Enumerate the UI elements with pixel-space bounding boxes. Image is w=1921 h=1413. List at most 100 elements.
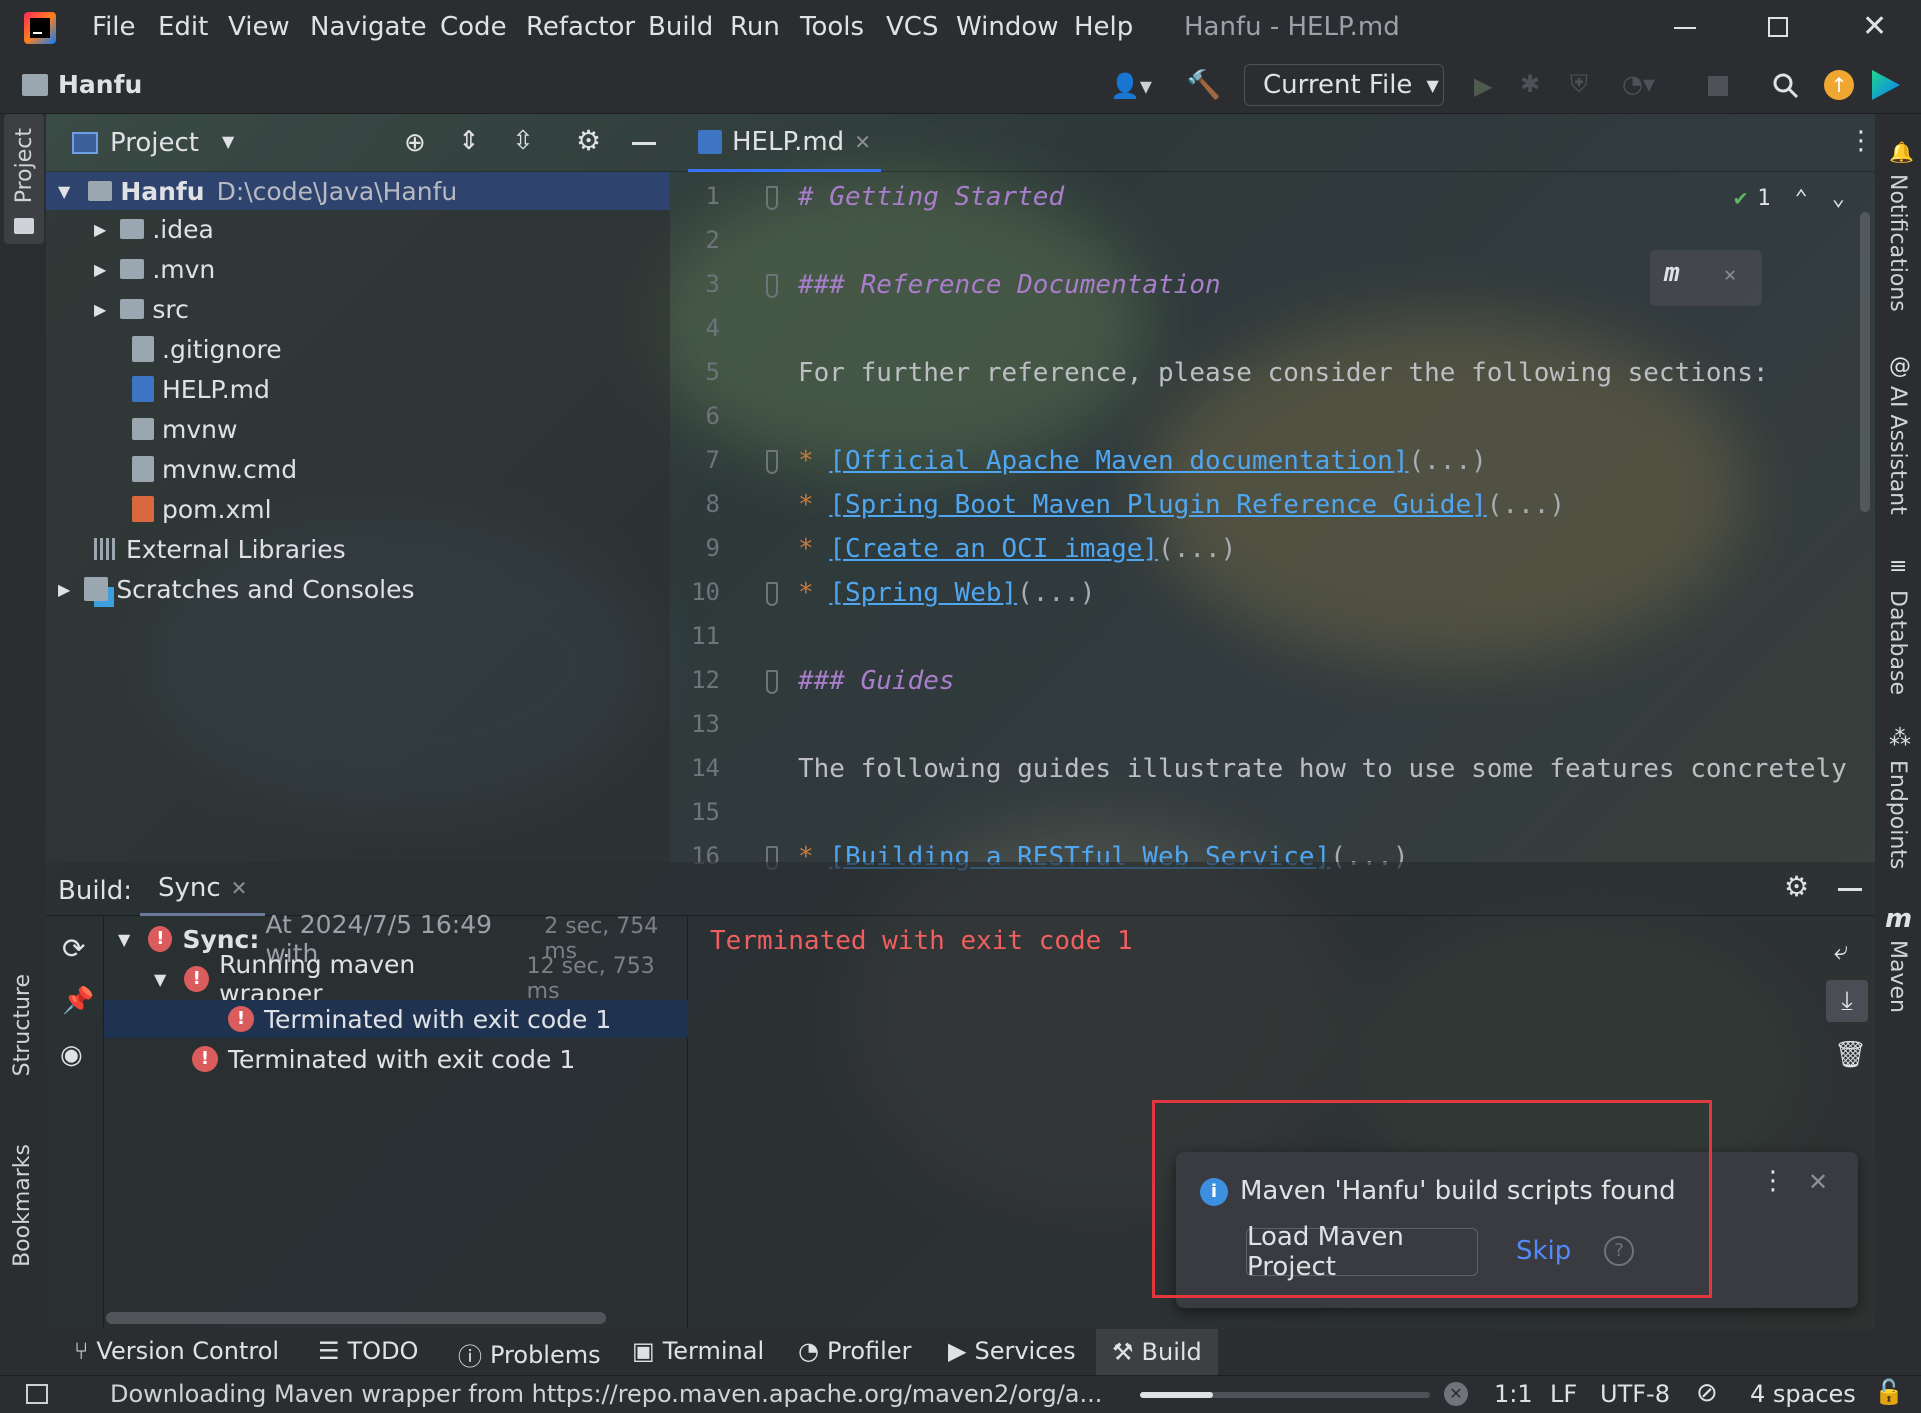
code-editor[interactable]: ✔ 1 ⌃ ⌄ m ✕ 1 # Getting Started 2 3 ### Refe…	[670, 172, 1875, 872]
menu-build[interactable]: Build	[648, 12, 713, 42]
run-icon[interactable]: ▶	[1474, 72, 1492, 100]
hide-panel-icon[interactable]	[1838, 888, 1862, 891]
caret-position[interactable]: 1:1	[1494, 1380, 1533, 1408]
horizontal-scrollbar[interactable]	[106, 1312, 606, 1324]
gear-icon[interactable]: ⚙	[576, 124, 601, 157]
build-row-terminated-selected[interactable]: ! Terminated with exit code 1	[104, 1000, 688, 1038]
search-icon[interactable]	[1772, 72, 1799, 99]
menu-refactor[interactable]: Refactor	[526, 12, 635, 42]
tree-item-idea[interactable]: ▶ .idea	[94, 210, 214, 248]
tab-build[interactable]: ⚒ Build	[1096, 1329, 1218, 1375]
inspection-widget[interactable]: ✔ 1 ⌃ ⌄	[1734, 186, 1845, 211]
editor-scrollbar[interactable]	[1860, 212, 1870, 512]
file-encoding[interactable]: UTF-8	[1600, 1380, 1670, 1408]
sync-icon[interactable]: ⟳	[62, 932, 85, 965]
tree-item-mvn[interactable]: ▶ .mvn	[94, 250, 215, 288]
folded-url[interactable]: (...)	[1017, 578, 1095, 608]
project-name[interactable]: Hanfu	[58, 70, 142, 99]
build-row-terminated[interactable]: ! Terminated with exit code 1	[192, 1040, 575, 1078]
close-tab-icon[interactable]: ✕	[854, 130, 871, 154]
folded-url[interactable]: (...)	[1409, 446, 1487, 476]
menu-navigate[interactable]: Navigate	[310, 12, 427, 42]
markdown-link[interactable]: [Spring Web]	[829, 578, 1017, 608]
tab-help-md[interactable]: HELP.md ✕	[688, 114, 881, 172]
scroll-to-end-icon[interactable]: ⤓	[1826, 980, 1868, 1022]
structure-tool-label[interactable]: Structure	[10, 974, 35, 1076]
menu-tools[interactable]: Tools	[800, 12, 864, 42]
fold-marker-icon[interactable]	[766, 582, 778, 606]
fold-marker-icon[interactable]	[766, 186, 778, 210]
cancel-progress-icon[interactable]: ✕	[1444, 1382, 1468, 1406]
close-window-button[interactable]: ✕	[1862, 12, 1887, 42]
chevron-down-icon[interactable]: ⌄	[1832, 186, 1845, 211]
menu-edit[interactable]: Edit	[158, 12, 208, 42]
tree-item-external-libraries[interactable]: External Libraries	[94, 530, 346, 568]
project-panel-title[interactable]: Project	[110, 128, 199, 158]
menu-file[interactable]: File	[92, 12, 136, 42]
tab-profiler[interactable]: ◔ Profiler	[798, 1337, 911, 1365]
no-ai-icon[interactable]: ⊘	[1696, 1378, 1718, 1408]
more-options-icon[interactable]: ⋮	[1760, 1166, 1786, 1196]
tab-problems[interactable]: ⓘ Problems	[458, 1337, 601, 1372]
markdown-link[interactable]: [Create an OCI image]	[829, 534, 1158, 564]
menu-run[interactable]: Run	[730, 12, 780, 42]
close-icon[interactable]: ✕	[1724, 262, 1736, 286]
tree-item-src[interactable]: ▶ src	[94, 290, 189, 328]
menu-window[interactable]: Window	[956, 12, 1059, 42]
intellij-logo-icon[interactable]	[24, 12, 56, 44]
build-row-running-wrapper[interactable]: ▼ ! Running maven wrapper 12 sec, 753 ms	[154, 950, 687, 1008]
notifications-tool-label[interactable]: Notifications	[1885, 174, 1910, 312]
soft-wrap-icon[interactable]: ⤶	[1834, 936, 1849, 967]
lock-icon[interactable]: 🔓	[1874, 1378, 1904, 1406]
stop-icon[interactable]	[1708, 76, 1728, 96]
update-icon[interactable]: ↑	[1824, 70, 1854, 100]
maven-reload-popup[interactable]: m ✕	[1650, 250, 1762, 306]
markdown-link[interactable]: [Spring Boot Maven Plugin Reference Guid…	[829, 490, 1486, 520]
coverage-icon[interactable]: ⛨	[1570, 70, 1588, 98]
tree-item-gitignore[interactable]: .gitignore	[132, 330, 282, 368]
tree-item-mvnw-cmd[interactable]: mvnw.cmd	[132, 450, 297, 488]
fold-marker-icon[interactable]	[766, 274, 778, 298]
expand-all-icon[interactable]: ⇕	[458, 126, 480, 156]
tab-todo[interactable]: ☰ TODO	[318, 1337, 418, 1365]
debug-icon[interactable]: ✱	[1520, 70, 1540, 98]
profiler-icon[interactable]: ◔▾	[1622, 70, 1655, 98]
close-icon[interactable]: ✕	[1808, 1168, 1828, 1196]
tab-version-control[interactable]: ⑂ Version Control	[74, 1337, 279, 1365]
markdown-link[interactable]: [Official Apache Maven documentation]	[829, 446, 1408, 476]
minimize-button[interactable]	[1674, 27, 1696, 29]
tree-item-scratches[interactable]: ▶ Scratches and Consoles	[58, 570, 415, 608]
menu-vcs[interactable]: VCS	[886, 12, 938, 42]
tree-root-hanfu[interactable]: ▼ Hanfu D:\code\Java\Hanfu	[46, 172, 670, 210]
maven-tool-label[interactable]: Maven	[1885, 940, 1910, 1013]
gear-icon[interactable]: ⚙	[1784, 870, 1809, 903]
folded-url[interactable]: (...)	[1158, 534, 1236, 564]
tab-terminal[interactable]: ▣ Terminal	[632, 1337, 764, 1365]
chevron-down-icon[interactable]: ▼	[222, 132, 234, 151]
status-message[interactable]: Downloading Maven wrapper from https://r…	[110, 1380, 1102, 1408]
fold-marker-icon[interactable]	[766, 670, 778, 694]
menu-view[interactable]: View	[228, 12, 290, 42]
maven-reload-icon[interactable]: m	[1664, 258, 1680, 288]
trash-icon[interactable]: 🗑	[1834, 1040, 1867, 1070]
endpoints-tool-label[interactable]: Endpoints	[1885, 760, 1910, 869]
tree-item-mvnw[interactable]: mvnw	[132, 410, 237, 448]
tree-item-pom-xml[interactable]: pom.xml	[132, 490, 272, 528]
maximize-button[interactable]	[1768, 17, 1788, 37]
locate-icon[interactable]: ⊕	[404, 128, 426, 158]
menu-help[interactable]: Help	[1074, 12, 1133, 42]
pin-icon[interactable]: 📌	[62, 986, 94, 1016]
chevron-up-icon[interactable]: ⌃	[1795, 186, 1808, 211]
eye-icon[interactable]: ◉	[60, 1040, 83, 1070]
vcs-user-icon[interactable]: 👤▾	[1110, 72, 1152, 100]
collapse-all-icon[interactable]: ⇳	[512, 126, 534, 156]
tab-sync[interactable]: Sync ✕	[140, 862, 266, 916]
tree-item-help-md[interactable]: HELP.md	[132, 370, 270, 408]
build-hammer-icon[interactable]: 🔨	[1186, 68, 1221, 101]
hide-panel-icon[interactable]	[632, 142, 656, 145]
more-options-icon[interactable]: ⋮	[1848, 126, 1874, 156]
menu-code[interactable]: Code	[440, 12, 507, 42]
database-tool-label[interactable]: Database	[1885, 590, 1910, 695]
build-console[interactable]: Terminated with exit code 1	[710, 926, 1133, 956]
run-config-select[interactable]: Current File ▼	[1244, 64, 1444, 106]
